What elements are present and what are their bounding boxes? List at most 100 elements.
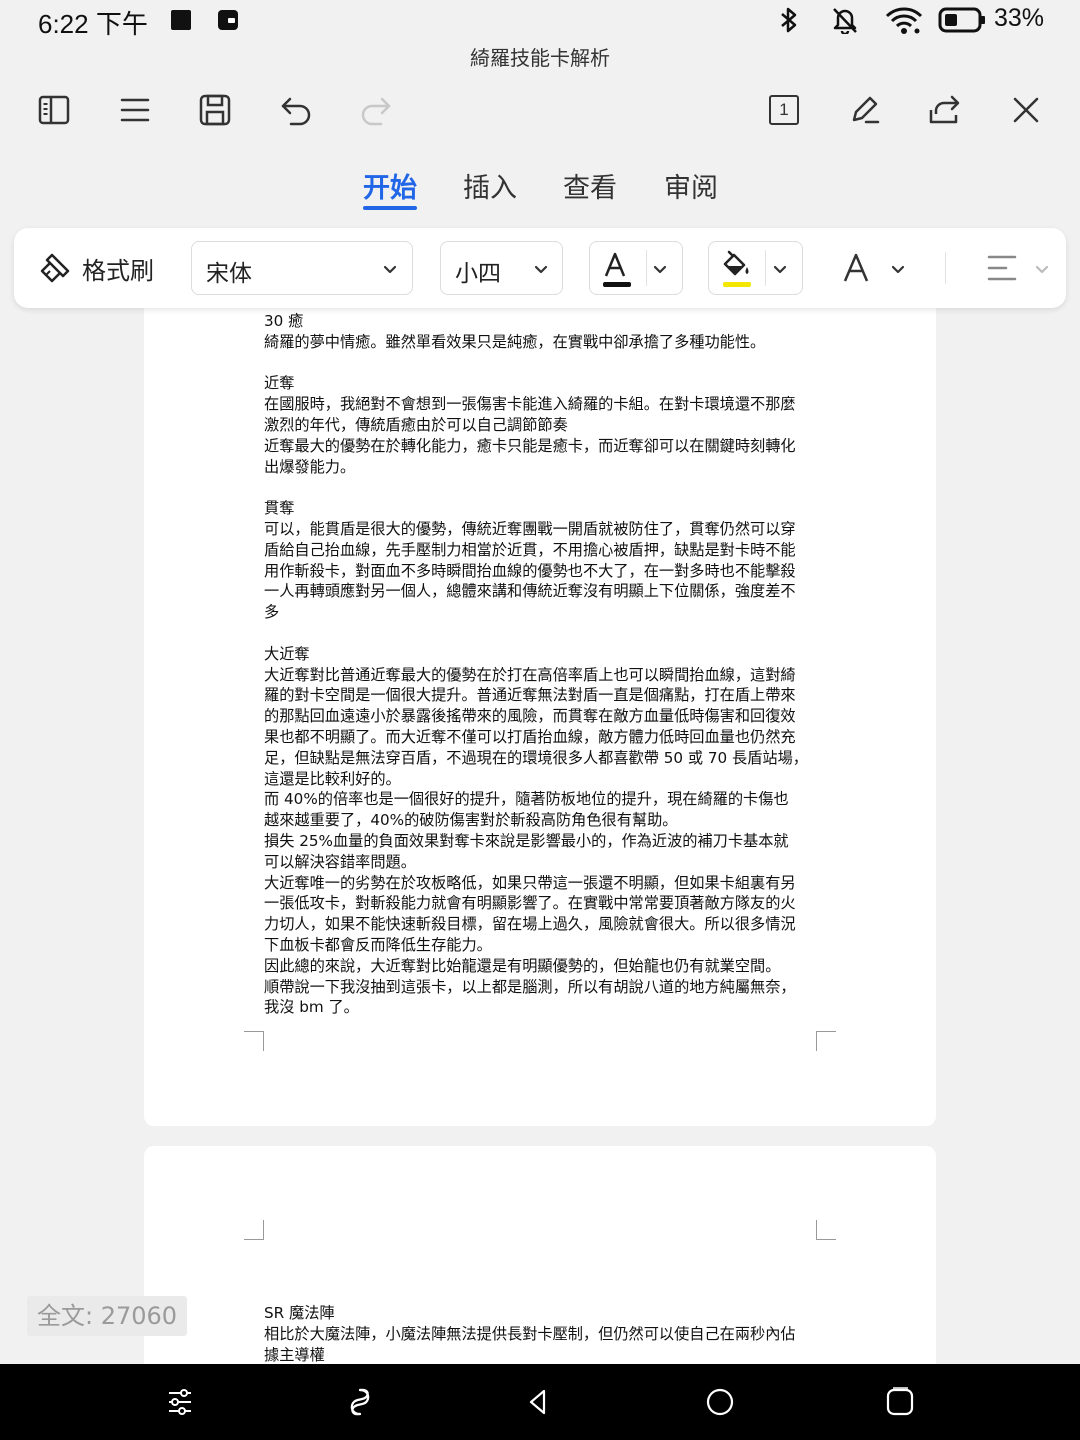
- text-line: 盾給自己抬血線，先手壓制力相當於近貫，不用擔心被盾押，缺點是對卡時不能: [264, 540, 796, 559]
- font-color-swatch: [603, 282, 631, 287]
- wifi-icon: [885, 7, 923, 34]
- font-size-select[interactable]: 小四: [440, 241, 563, 295]
- undo-button[interactable]: [274, 88, 318, 132]
- share-icon: [929, 95, 960, 124]
- text-line: 近奪: [264, 374, 295, 393]
- status-bar: 6:22 下午 33%: [0, 0, 1080, 40]
- save-button[interactable]: [193, 88, 237, 132]
- tab-insert[interactable]: 插入: [463, 166, 517, 205]
- chevron-down-icon: [653, 265, 667, 274]
- text-line: 下血板卡都會反而降低生存能力。: [264, 935, 492, 954]
- close-button[interactable]: [1004, 88, 1048, 132]
- wallet-icon: [218, 10, 238, 30]
- text-line: 據主導權: [264, 1345, 325, 1364]
- text-line: 力切人，如果不能快速斬殺目標，留在場上過久，風險就會很大。所以很多情況: [264, 915, 796, 934]
- pen-icon: [852, 96, 880, 124]
- assistant-nav-button[interactable]: [344, 1386, 376, 1418]
- text-style-icon: [843, 253, 869, 282]
- highlight-color-swatch: [723, 282, 751, 287]
- sidebar-toggle-button[interactable]: [32, 88, 76, 132]
- text-effects-button[interactable]: [836, 248, 908, 288]
- highlight-color-control[interactable]: [708, 241, 803, 295]
- sliders-icon: [169, 1389, 191, 1415]
- highlight-bucket-icon: [723, 250, 749, 276]
- text-line: 越來越重要了，40%的破防傷害對於斬殺高防角色很有幫助。: [264, 811, 678, 830]
- chevron-down-icon: [773, 265, 787, 274]
- settings-nav-button[interactable]: [164, 1386, 196, 1418]
- recents-nav-button[interactable]: [884, 1386, 916, 1418]
- edit-button[interactable]: [842, 88, 886, 132]
- chevron-down-icon: [891, 265, 905, 274]
- text-line: 多: [264, 603, 280, 622]
- text-line: 果也都不明顯了。而大近奪不僅可以打盾抬血線，敵方體力低時回血量也仍然充: [264, 727, 796, 746]
- close-icon: [1013, 97, 1039, 123]
- chevron-down-icon: [383, 265, 397, 274]
- document-title: 綺羅技能卡解析: [470, 46, 610, 70]
- document-body[interactable]: SR 魔法陣相比於大魔法陣，小魔法陣無法提供長對卡壓制，但仍然可以使自己在兩秒內…: [264, 1303, 819, 1365]
- format-brush-icon: [40, 253, 70, 283]
- text-line: 的那點回血遠遠小於暴露後搖帶來的風險，而貫奪在敵方血量低時傷害和回復效: [264, 707, 796, 726]
- text-line: 而 40%的倍率也是一個很好的提升，隨著防板地位的提升，現在綺羅的卡傷也: [264, 790, 789, 809]
- page-corner-mark: [244, 1220, 264, 1240]
- divider: [945, 252, 946, 284]
- text-line: 大近奪: [264, 644, 310, 663]
- format-painter-button[interactable]: 格式刷: [38, 248, 154, 288]
- text-line: 貫奪: [264, 499, 295, 518]
- text-line: 大近奪對比普通近奪最大的優勢在於打在高倍率盾上也可以瞬間抬血線，這對綺: [264, 665, 796, 684]
- page-count: 1: [769, 95, 799, 125]
- tab-view[interactable]: 查看: [563, 166, 617, 205]
- text-line: SR 魔法陣: [264, 1304, 335, 1322]
- text-line: 近奪最大的優勢在於轉化能力，癒卡只能是癒卡，而近奪卻可以在關鍵時刻轉化: [264, 436, 796, 455]
- tab-active-indicator: [363, 206, 417, 210]
- menu-icon: [120, 98, 150, 122]
- text-line: 可以，能貫盾是很大的優勢，傳統近奪團戰一開盾就被防住了，貫奪仍然可以穿: [264, 519, 796, 538]
- chevron-down-icon: [1035, 265, 1049, 274]
- tab-home[interactable]: 开始: [363, 166, 417, 205]
- document-body[interactable]: 30 癒綺羅的夢中情癒。雖然單看效果只是純癒，在實戰中卻承擔了多種功能性。 近奪在…: [264, 311, 819, 1018]
- text-line: 在國服時，我絕對不會想到一張傷害卡能進入綺羅的卡組。在對卡環境還不那麼: [264, 395, 796, 414]
- text-line: 相比於大魔法陣，小魔法陣無法提供長對卡壓制，但仍然可以使自己在兩秒內佔: [264, 1324, 796, 1343]
- text-line: 羅的對卡空間是一個很大提升。普通近奪無法對盾一直是個痛點，打在盾上帶來: [264, 686, 796, 705]
- word-count-badge: 全文: 27060: [27, 1296, 188, 1336]
- status-time: 6:22 下午: [38, 9, 148, 39]
- recents-icon: [886, 1387, 914, 1416]
- battery-icon: [938, 7, 985, 33]
- text-line: 我沒 bm 了。: [264, 998, 359, 1017]
- redo-button[interactable]: [354, 88, 398, 132]
- page-corner-mark: [816, 1220, 836, 1240]
- share-button[interactable]: [923, 88, 967, 132]
- text-line: 一人再轉頭應對另一個人，總體來講和傳統近奪沒有明顯上下位關係，強度差不: [264, 582, 796, 601]
- document-page[interactable]: 30 癒綺羅的夢中情癒。雖然單看效果只是純癒，在實戰中卻承擔了多種功能性。 近奪在…: [144, 296, 936, 1126]
- text-line: 大近奪唯一的劣勢在於攻板略低，如果只帶這一張還不明顯，但如果卡組裏有另: [264, 873, 796, 892]
- alignment-button[interactable]: [982, 248, 1054, 288]
- text-line: 這還是比較利好的。: [264, 769, 401, 788]
- bluetooth-icon: [781, 7, 797, 33]
- redo-icon: [361, 97, 391, 126]
- font-color-control[interactable]: [589, 241, 683, 295]
- battery-percent: 33%: [994, 4, 1045, 32]
- tab-review[interactable]: 审阅: [664, 166, 718, 205]
- font-color-icon: [604, 252, 626, 277]
- text-line: 順帶說一下我沒抽到這張卡，以上都是腦測，所以有胡說八道的地方純屬無奈，: [264, 977, 796, 996]
- swirl-icon: [350, 1388, 370, 1416]
- document-page[interactable]: SR 魔法陣相比於大魔法陣，小魔法陣無法提供長對卡壓制，但仍然可以使自己在兩秒內…: [144, 1146, 936, 1376]
- chevron-down-icon: [534, 265, 548, 274]
- home-nav-button[interactable]: [704, 1386, 736, 1418]
- page-corner-mark: [816, 1031, 836, 1051]
- text-line: 30 癒: [264, 312, 304, 330]
- page-count-button[interactable]: 1: [762, 88, 806, 132]
- menu-button[interactable]: [113, 88, 157, 132]
- back-nav-button[interactable]: [522, 1386, 554, 1418]
- font-name-select[interactable]: 宋体: [191, 241, 413, 295]
- align-icon: [987, 255, 1017, 281]
- text-line: 出爆發能力。: [264, 457, 356, 476]
- text-line: 激烈的年代，傳統盾癒由於可以自己調節節奏: [264, 415, 568, 434]
- font-size-value: 小四: [455, 261, 501, 287]
- text-line: 足，但缺點是無法穿百盾，不過現在的環境很多人都喜歡帶 50 或 70 長盾站場，: [264, 748, 808, 767]
- font-name-value: 宋体: [206, 261, 252, 287]
- back-icon: [529, 1389, 546, 1415]
- divider: [765, 250, 766, 286]
